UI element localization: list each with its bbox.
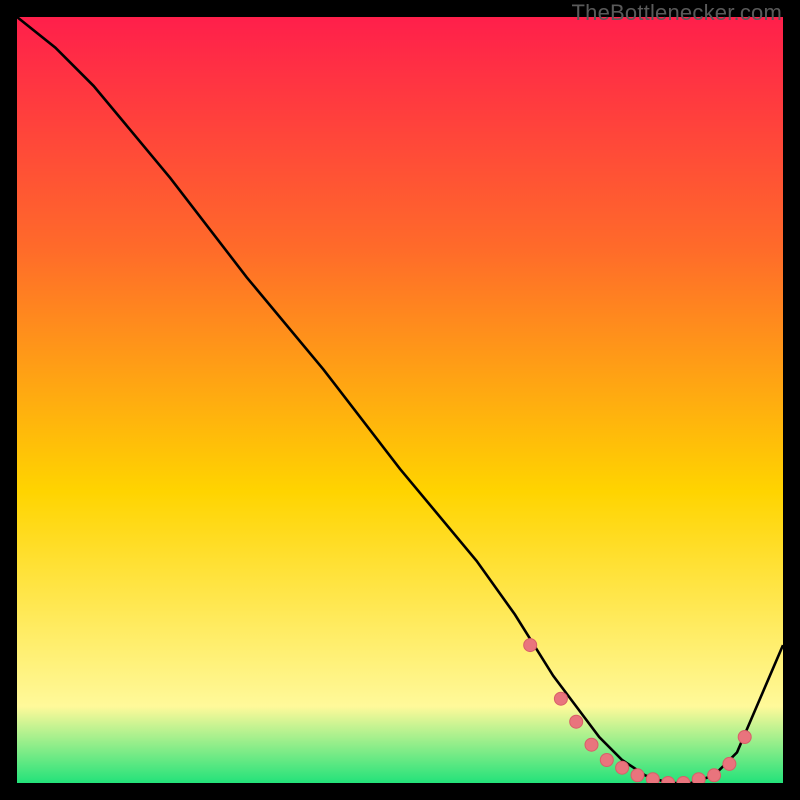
highlight-dot: [738, 731, 751, 744]
highlight-dot: [692, 773, 705, 783]
highlight-dot: [524, 639, 537, 652]
highlight-dot: [554, 692, 567, 705]
highlight-dot: [600, 754, 613, 767]
highlight-dot: [646, 773, 659, 783]
highlight-dot: [570, 715, 583, 728]
highlight-dot: [631, 769, 644, 782]
plot-area: [17, 17, 783, 783]
chart-stage: TheBottlenecker.com: [0, 0, 800, 800]
highlight-dot: [616, 761, 629, 774]
plot-svg: [17, 17, 783, 783]
highlight-dot: [585, 738, 598, 751]
watermark-text: TheBottlenecker.com: [572, 0, 782, 26]
highlight-dot: [708, 769, 721, 782]
highlight-dot: [723, 757, 736, 770]
